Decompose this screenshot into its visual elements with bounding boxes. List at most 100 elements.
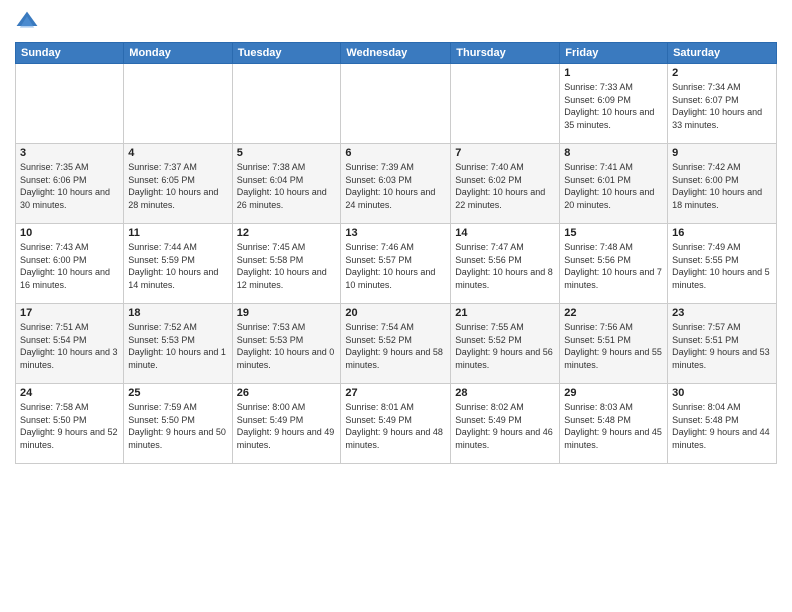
day-number: 29 (564, 387, 663, 399)
day-info: Sunrise: 7:40 AMSunset: 6:02 PMDaylight:… (455, 161, 555, 211)
calendar-weekday-sunday: Sunday (16, 43, 124, 64)
calendar-cell (232, 64, 341, 144)
day-info: Sunrise: 7:49 AMSunset: 5:55 PMDaylight:… (672, 241, 772, 291)
day-number: 4 (128, 147, 227, 159)
calendar-weekday-thursday: Thursday (451, 43, 560, 64)
calendar-cell: 17Sunrise: 7:51 AMSunset: 5:54 PMDayligh… (16, 304, 124, 384)
calendar-cell: 30 Sunrise: 8:04 AMSunset: 5:48 PMDayligh… (668, 384, 777, 464)
calendar-week-row: 10Sunrise: 7:43 AMSunset: 6:00 PMDayligh… (16, 224, 777, 304)
day-info: Sunrise: 8:03 AMSunset: 5:48 PMDaylight:… (564, 401, 663, 451)
day-number: 7 (455, 147, 555, 159)
calendar-cell (124, 64, 232, 144)
day-number: 2 (672, 67, 772, 79)
day-info: Sunrise: 7:58 AMSunset: 5:50 PMDaylight:… (20, 401, 119, 451)
day-number: 16 (672, 227, 772, 239)
day-number: 14 (455, 227, 555, 239)
calendar-weekday-saturday: Saturday (668, 43, 777, 64)
calendar-week-row: 24 Sunrise: 7:58 AMSunset: 5:50 PMDayligh… (16, 384, 777, 464)
day-number: 28 (455, 387, 555, 399)
calendar-cell: 20 Sunrise: 7:54 AMSunset: 5:52 PMDayligh… (341, 304, 451, 384)
calendar-weekday-wednesday: Wednesday (341, 43, 451, 64)
calendar-header-row: SundayMondayTuesdayWednesdayThursdayFrid… (16, 43, 777, 64)
day-number: 26 (237, 387, 337, 399)
day-number: 17 (20, 307, 119, 319)
calendar-table: SundayMondayTuesdayWednesdayThursdayFrid… (15, 42, 777, 464)
day-number: 20 (345, 307, 446, 319)
day-info: Sunrise: 7:42 AMSunset: 6:00 PMDaylight:… (672, 161, 772, 211)
calendar-cell: 24 Sunrise: 7:58 AMSunset: 5:50 PMDayligh… (16, 384, 124, 464)
day-info: Sunrise: 7:35 AMSunset: 6:06 PMDaylight:… (20, 161, 119, 211)
calendar-cell: 7 Sunrise: 7:40 AMSunset: 6:02 PMDaylight… (451, 144, 560, 224)
day-info: Sunrise: 8:01 AMSunset: 5:49 PMDaylight:… (345, 401, 446, 451)
day-info: Sunrise: 7:52 AMSunset: 5:53 PMDaylight:… (128, 321, 227, 371)
day-info: Sunrise: 7:48 AMSunset: 5:56 PMDaylight:… (564, 241, 663, 291)
calendar-cell: 21 Sunrise: 7:55 AMSunset: 5:52 PMDayligh… (451, 304, 560, 384)
header (15, 10, 777, 34)
day-number: 12 (237, 227, 337, 239)
day-info: Sunrise: 7:54 AMSunset: 5:52 PMDaylight:… (345, 321, 446, 371)
day-info: Sunrise: 7:43 AMSunset: 6:00 PMDaylight:… (20, 241, 119, 291)
calendar-cell: 23Sunrise: 7:57 AMSunset: 5:51 PMDayligh… (668, 304, 777, 384)
calendar-cell: 6 Sunrise: 7:39 AMSunset: 6:03 PMDaylight… (341, 144, 451, 224)
calendar-cell: 8Sunrise: 7:41 AMSunset: 6:01 PMDaylight… (560, 144, 668, 224)
day-info: Sunrise: 7:53 AMSunset: 5:53 PMDaylight:… (237, 321, 337, 371)
day-info: Sunrise: 7:34 AMSunset: 6:07 PMDaylight:… (672, 81, 772, 131)
day-info: Sunrise: 7:56 AMSunset: 5:51 PMDaylight:… (564, 321, 663, 371)
day-info: Sunrise: 7:37 AMSunset: 6:05 PMDaylight:… (128, 161, 227, 211)
calendar-cell: 28 Sunrise: 8:02 AMSunset: 5:49 PMDayligh… (451, 384, 560, 464)
day-info: Sunrise: 7:38 AMSunset: 6:04 PMDaylight:… (237, 161, 337, 211)
calendar-cell: 18Sunrise: 7:52 AMSunset: 5:53 PMDayligh… (124, 304, 232, 384)
day-info: Sunrise: 7:44 AMSunset: 5:59 PMDaylight:… (128, 241, 227, 291)
logo (15, 10, 43, 34)
day-number: 21 (455, 307, 555, 319)
calendar-cell: 11 Sunrise: 7:44 AMSunset: 5:59 PMDayligh… (124, 224, 232, 304)
calendar-cell: 25 Sunrise: 7:59 AMSunset: 5:50 PMDayligh… (124, 384, 232, 464)
day-info: Sunrise: 7:46 AMSunset: 5:57 PMDaylight:… (345, 241, 446, 291)
day-number: 13 (345, 227, 446, 239)
calendar-cell (341, 64, 451, 144)
day-number: 9 (672, 147, 772, 159)
calendar-cell: 4 Sunrise: 7:37 AMSunset: 6:05 PMDaylight… (124, 144, 232, 224)
day-number: 24 (20, 387, 119, 399)
day-number: 22 (564, 307, 663, 319)
day-info: Sunrise: 8:02 AMSunset: 5:49 PMDaylight:… (455, 401, 555, 451)
day-info: Sunrise: 7:59 AMSunset: 5:50 PMDaylight:… (128, 401, 227, 451)
calendar-week-row: 3 Sunrise: 7:35 AMSunset: 6:06 PMDaylight… (16, 144, 777, 224)
day-info: Sunrise: 8:00 AMSunset: 5:49 PMDaylight:… (237, 401, 337, 451)
day-number: 6 (345, 147, 446, 159)
day-number: 27 (345, 387, 446, 399)
day-info: Sunrise: 7:55 AMSunset: 5:52 PMDaylight:… (455, 321, 555, 371)
calendar-cell: 19 Sunrise: 7:53 AMSunset: 5:53 PMDayligh… (232, 304, 341, 384)
day-info: Sunrise: 8:04 AMSunset: 5:48 PMDaylight:… (672, 401, 772, 451)
calendar-weekday-tuesday: Tuesday (232, 43, 341, 64)
calendar-cell (16, 64, 124, 144)
day-number: 1 (564, 67, 663, 79)
calendar-weekday-monday: Monday (124, 43, 232, 64)
calendar-cell: 22 Sunrise: 7:56 AMSunset: 5:51 PMDayligh… (560, 304, 668, 384)
calendar-weekday-friday: Friday (560, 43, 668, 64)
calendar-cell: 29 Sunrise: 8:03 AMSunset: 5:48 PMDayligh… (560, 384, 668, 464)
day-number: 19 (237, 307, 337, 319)
day-number: 3 (20, 147, 119, 159)
day-number: 11 (128, 227, 227, 239)
calendar-cell: 2 Sunrise: 7:34 AMSunset: 6:07 PMDaylight… (668, 64, 777, 144)
page: SundayMondayTuesdayWednesdayThursdayFrid… (0, 0, 792, 612)
calendar-cell: 26 Sunrise: 8:00 AMSunset: 5:49 PMDayligh… (232, 384, 341, 464)
calendar-cell: 16 Sunrise: 7:49 AMSunset: 5:55 PMDayligh… (668, 224, 777, 304)
day-info: Sunrise: 7:47 AMSunset: 5:56 PMDaylight:… (455, 241, 555, 291)
calendar-cell: 5 Sunrise: 7:38 AMSunset: 6:04 PMDaylight… (232, 144, 341, 224)
day-number: 30 (672, 387, 772, 399)
day-info: Sunrise: 7:39 AMSunset: 6:03 PMDaylight:… (345, 161, 446, 211)
day-info: Sunrise: 7:45 AMSunset: 5:58 PMDaylight:… (237, 241, 337, 291)
day-number: 5 (237, 147, 337, 159)
calendar-cell (451, 64, 560, 144)
day-number: 23 (672, 307, 772, 319)
calendar-cell: 14 Sunrise: 7:47 AMSunset: 5:56 PMDayligh… (451, 224, 560, 304)
calendar-cell: 9 Sunrise: 7:42 AMSunset: 6:00 PMDaylight… (668, 144, 777, 224)
day-info: Sunrise: 7:41 AMSunset: 6:01 PMDaylight:… (564, 161, 663, 211)
calendar-cell: 27 Sunrise: 8:01 AMSunset: 5:49 PMDayligh… (341, 384, 451, 464)
calendar-cell: 3 Sunrise: 7:35 AMSunset: 6:06 PMDaylight… (16, 144, 124, 224)
day-number: 25 (128, 387, 227, 399)
logo-icon (15, 10, 39, 34)
calendar-cell: 12 Sunrise: 7:45 AMSunset: 5:58 PMDayligh… (232, 224, 341, 304)
